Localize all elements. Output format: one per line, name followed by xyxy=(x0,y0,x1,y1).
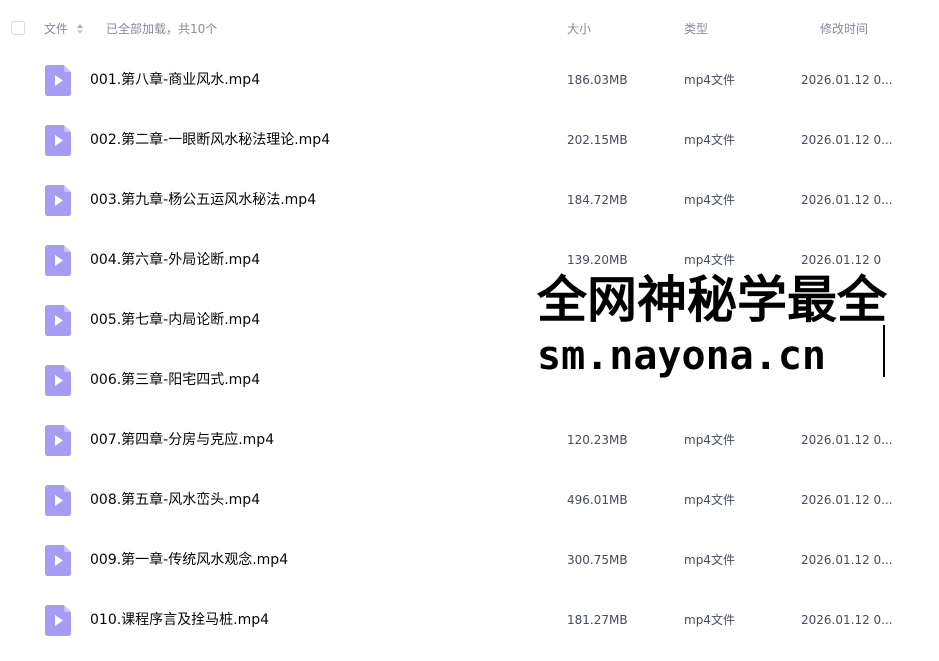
file-type: mp4文件 xyxy=(684,613,735,627)
file-type: mp4文件 xyxy=(684,133,735,147)
file-row[interactable]: 003.第九章-杨公五运风水秘法.mp4 184.72MB mp4文件 2026.01… xyxy=(0,175,939,235)
video-file-icon[interactable] xyxy=(45,545,71,576)
file-type: mp4文件 xyxy=(684,253,735,267)
file-type: mp4文件 xyxy=(684,73,735,87)
file-row[interactable]: 008.第五章-风水峦头.mp4 496.01MB mp4文件 2026.01.12 … xyxy=(0,475,939,535)
file-name[interactable]: 006.第三章-阳宅四式.mp4 xyxy=(90,371,260,389)
file-size: 202.15MB xyxy=(567,133,628,147)
file-size: 496.01MB xyxy=(567,493,628,507)
file-modified-time: 2026.01.12 0... xyxy=(801,553,893,567)
video-file-icon[interactable] xyxy=(45,245,71,276)
file-row[interactable]: 009.第一章-传统风水观念.mp4 300.75MB mp4文件 2026.01.1… xyxy=(0,535,939,595)
file-row[interactable]: 002.第二章-一眼断风水秘法理论.mp4 202.15MB mp4文件 2026.0… xyxy=(0,115,939,175)
file-modified-time: 2026.01.12 0... xyxy=(801,193,893,207)
header-name-column[interactable]: 文件 xyxy=(44,21,68,37)
file-size: 181.27MB xyxy=(567,613,628,627)
file-list-page: 文件 已全部加载，共10个 大小 类型 修改时间 001.第八章-商业风水.mp… xyxy=(0,0,939,661)
video-file-icon[interactable] xyxy=(45,305,71,336)
file-name[interactable]: 001.第八章-商业风水.mp4 xyxy=(90,71,260,89)
header-size-column[interactable]: 大小 xyxy=(567,21,591,37)
text-cursor xyxy=(883,325,885,377)
watermark-url: sm.nayona.cn xyxy=(537,333,826,379)
file-name[interactable]: 004.第六章-外局论断.mp4 xyxy=(90,251,260,269)
file-size: 184.72MB xyxy=(567,193,628,207)
list-header: 文件 已全部加载，共10个 大小 类型 修改时间 xyxy=(0,0,939,60)
file-name[interactable]: 002.第二章-一眼断风水秘法理论.mp4 xyxy=(90,131,330,149)
video-file-icon[interactable] xyxy=(45,365,71,396)
file-type: mp4文件 xyxy=(684,433,735,447)
file-modified-time: 2026.01.12 0... xyxy=(801,493,893,507)
file-size: 300.75MB xyxy=(567,553,628,567)
file-type: mp4文件 xyxy=(684,553,735,567)
file-size: 120.23MB xyxy=(567,433,628,447)
video-file-icon[interactable] xyxy=(45,605,71,636)
file-modified-time: 2026.01.12 0... xyxy=(801,613,893,627)
sort-icon[interactable] xyxy=(76,22,84,36)
file-row[interactable]: 007.第四章-分房与克应.mp4 120.23MB mp4文件 2026.01.12… xyxy=(0,415,939,475)
video-file-icon[interactable] xyxy=(45,65,71,96)
watermark-title: 全网神秘学最全 xyxy=(537,271,887,329)
file-type: mp4文件 xyxy=(684,493,735,507)
file-name[interactable]: 005.第七章-内局论断.mp4 xyxy=(90,311,260,329)
file-name[interactable]: 003.第九章-杨公五运风水秘法.mp4 xyxy=(90,191,316,209)
file-type: mp4文件 xyxy=(684,193,735,207)
file-modified-time: 2026.01.12 0... xyxy=(801,133,893,147)
video-file-icon[interactable] xyxy=(45,425,71,456)
file-size: 186.03MB xyxy=(567,73,628,87)
file-modified-time: 2026.01.12 0 xyxy=(801,253,882,267)
load-status: 已全部加载，共10个 xyxy=(106,22,218,36)
file-name[interactable]: 007.第四章-分房与克应.mp4 xyxy=(90,431,274,449)
file-row[interactable]: 001.第八章-商业风水.mp4 186.03MB mp4文件 2026.01.12 … xyxy=(0,55,939,115)
video-file-icon[interactable] xyxy=(45,185,71,216)
file-modified-time: 2026.01.12 0... xyxy=(801,73,893,87)
video-file-icon[interactable] xyxy=(45,485,71,516)
file-name[interactable]: 010.课程序言及拴马桩.mp4 xyxy=(90,611,269,629)
file-name[interactable]: 009.第一章-传统风水观念.mp4 xyxy=(90,551,288,569)
file-size: 139.20MB xyxy=(567,253,628,267)
file-modified-time: 2026.01.12 0... xyxy=(801,433,893,447)
select-all-checkbox[interactable] xyxy=(11,21,25,35)
header-type-column[interactable]: 类型 xyxy=(684,21,708,37)
file-row[interactable]: 010.课程序言及拴马桩.mp4 181.27MB mp4文件 2026.01.12 … xyxy=(0,595,939,655)
watermark-overlay: 全网神秘学最全 sm.nayona.cn xyxy=(535,268,939,394)
video-file-icon[interactable] xyxy=(45,125,71,156)
file-name[interactable]: 008.第五章-风水峦头.mp4 xyxy=(90,491,260,509)
header-time-column[interactable]: 修改时间 xyxy=(820,21,868,37)
